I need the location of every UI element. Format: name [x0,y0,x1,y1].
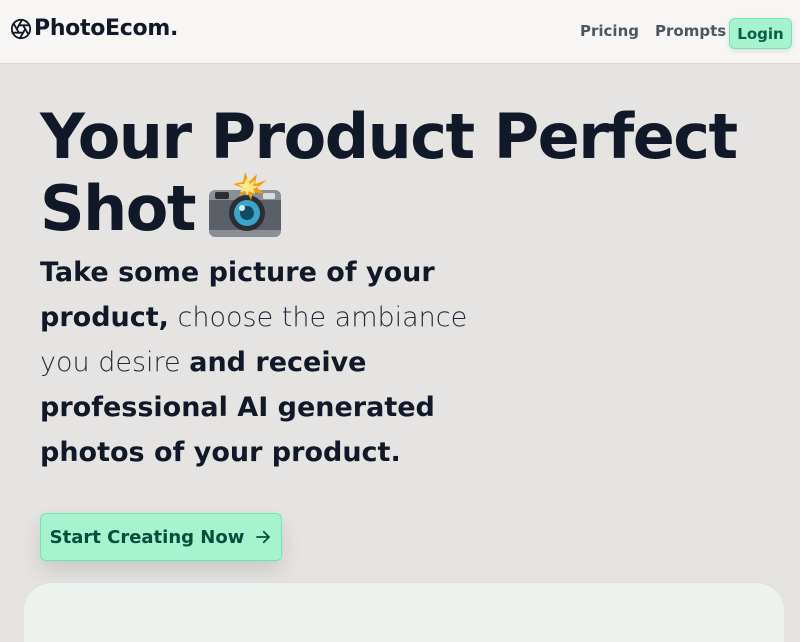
hero-title: Your Product Perfect Shot [40,104,780,242]
camera-flash-icon [207,170,283,240]
arrow-right-icon [254,528,272,546]
hero-title-line-1: Your Product Perfect [40,100,738,173]
nav-pricing-link[interactable]: Pricing [580,24,639,39]
aperture-icon [10,18,32,40]
brand-name: PhotoEcom. [34,16,178,41]
start-creating-button[interactable]: Start Creating Now [40,513,282,561]
login-button[interactable]: Login [729,18,792,49]
start-creating-label: Start Creating Now [49,526,245,548]
hero-title-word: Shot [40,172,197,245]
hero-title-line-2: Shot [40,170,780,242]
brand[interactable]: PhotoEcom. [10,18,178,40]
hero-subtitle: Take some picture of your product, choos… [40,250,510,475]
content-card-top-edge [24,582,784,642]
nav-prompts-link[interactable]: Prompts [655,24,726,39]
top-navigation-bar: PhotoEcom. Pricing Prompts Login [0,0,800,64]
